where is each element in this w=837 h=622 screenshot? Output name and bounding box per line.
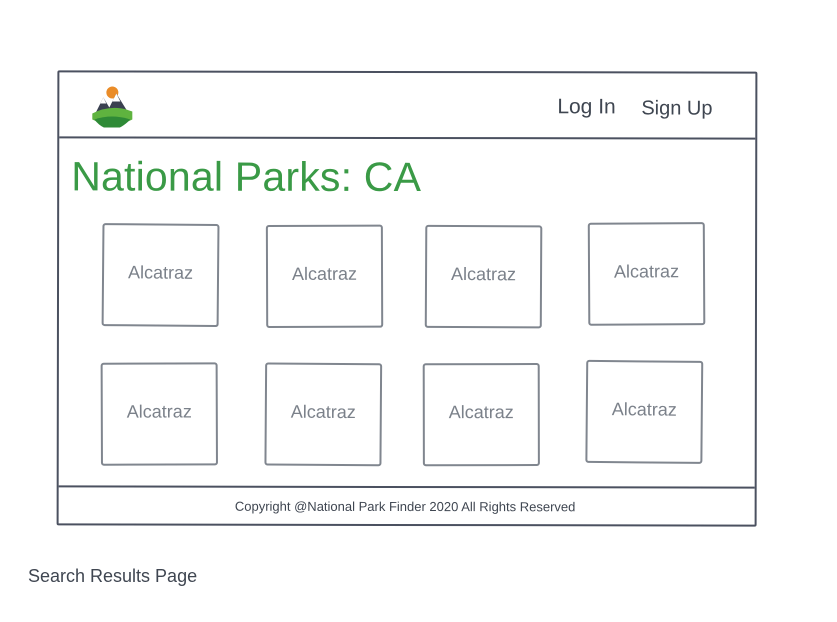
browser-window-frame: Log In Sign Up National Parks: CA Alcatr… <box>56 70 758 527</box>
result-card-label: Alcatraz <box>126 401 192 422</box>
site-footer: Copyright @National Park Finder 2020 All… <box>58 485 755 525</box>
result-card[interactable]: Alcatraz <box>587 222 706 326</box>
mountain-park-logo-icon[interactable] <box>90 83 134 130</box>
result-card[interactable]: Alcatraz <box>100 362 218 466</box>
result-card[interactable]: Alcatraz <box>424 224 543 329</box>
page-caption: Search Results Page <box>28 566 198 586</box>
result-card[interactable]: Alcatraz <box>264 362 383 467</box>
result-card-label: Alcatraz <box>611 399 677 420</box>
result-card-label: Alcatraz <box>290 401 356 423</box>
result-card-label: Alcatraz <box>450 263 517 285</box>
result-card[interactable]: Alcatraz <box>265 224 384 329</box>
signup-link[interactable]: Sign Up <box>641 95 712 121</box>
result-card[interactable]: Alcatraz <box>422 363 540 467</box>
login-link[interactable]: Log In <box>557 94 615 120</box>
result-card-label: Alcatraz <box>291 263 358 284</box>
result-card[interactable]: Alcatraz <box>585 359 704 464</box>
page-title: National Parks: CA <box>71 153 422 201</box>
copyright-text: Copyright @National Park Finder 2020 All… <box>234 498 576 514</box>
result-card-label: Alcatraz <box>127 262 194 283</box>
result-card-label: Alcatraz <box>448 402 514 423</box>
result-card-label: Alcatraz <box>613 261 680 282</box>
result-card[interactable]: Alcatraz <box>101 223 220 328</box>
site-header: Log In Sign Up <box>59 72 756 140</box>
